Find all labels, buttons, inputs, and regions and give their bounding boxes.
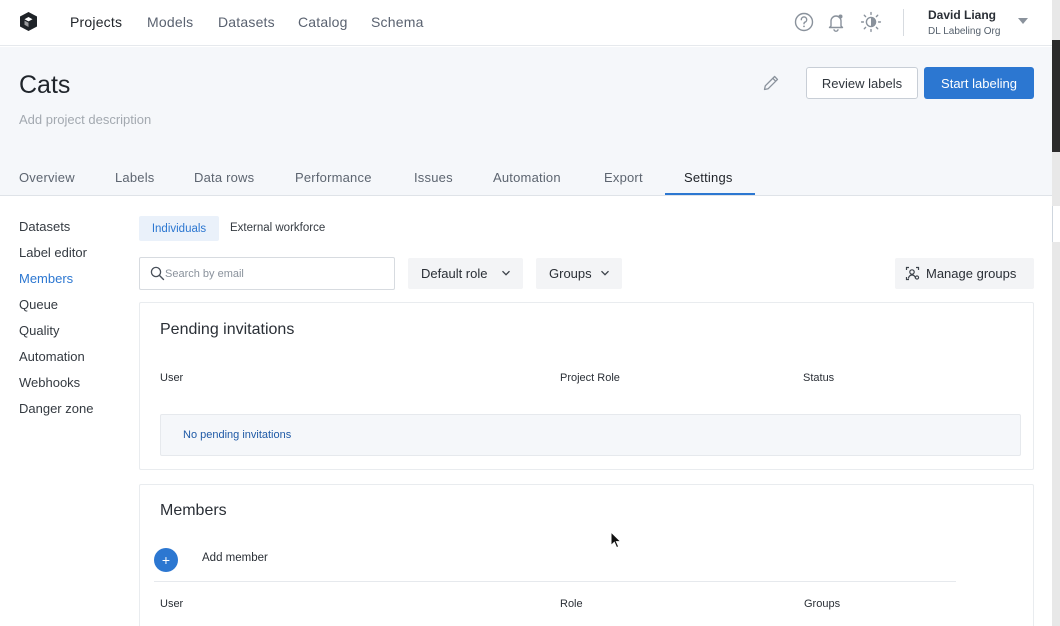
search-icon: [150, 266, 165, 281]
pending-invitations-card: Pending invitations User Project Role St…: [139, 302, 1034, 470]
manage-groups-button[interactable]: Manage groups: [895, 258, 1034, 289]
sidebar-item-datasets[interactable]: Datasets: [19, 219, 70, 234]
nav-schema[interactable]: Schema: [371, 14, 424, 30]
chevron-down-icon[interactable]: [1018, 18, 1028, 24]
background-window-panel: [1052, 40, 1060, 152]
start-labeling-button[interactable]: Start labeling: [924, 67, 1034, 99]
column-header-role: Role: [560, 598, 583, 610]
sidebar-item-automation[interactable]: Automation: [19, 349, 85, 364]
tab-data-rows[interactable]: Data rows: [194, 170, 254, 185]
sidebar-item-quality[interactable]: Quality: [19, 323, 59, 338]
user-name[interactable]: David Liang: [928, 8, 996, 22]
column-header-groups: Groups: [804, 598, 841, 610]
theme-toggle-icon[interactable]: [860, 11, 882, 33]
members-card: Members + Add member User Role Groups: [139, 484, 1034, 626]
default-role-dropdown[interactable]: Default role: [408, 258, 523, 289]
page-title: Cats: [19, 71, 71, 99]
tab-issues[interactable]: Issues: [414, 170, 453, 185]
top-nav: Projects Models Datasets Catalog Schema: [0, 0, 1052, 46]
user-org[interactable]: DL Labeling Org: [928, 26, 1000, 37]
chevron-down-icon: [601, 270, 609, 276]
pencil-icon[interactable]: [761, 73, 781, 93]
column-header-user: User: [160, 598, 184, 610]
manage-groups-icon: [905, 266, 920, 281]
labelbox-logo-icon[interactable]: [20, 12, 37, 31]
column-header-project-role: Project Role: [560, 372, 620, 384]
sidebar-item-danger-zone[interactable]: Danger zone: [19, 401, 93, 416]
nav-catalog[interactable]: Catalog: [298, 14, 348, 30]
column-header-status: Status: [803, 372, 835, 384]
project-description[interactable]: Add project description: [19, 112, 151, 127]
help-icon[interactable]: [793, 11, 815, 33]
tab-export[interactable]: Export: [604, 170, 643, 185]
tab-labels[interactable]: Labels: [115, 170, 155, 185]
app-window: Projects Models Datasets Catalog Schema: [0, 0, 1052, 626]
default-role-label: Default role: [421, 266, 488, 281]
add-member-button[interactable]: +: [154, 548, 178, 572]
sidebar-item-label-editor[interactable]: Label editor: [19, 245, 87, 260]
column-header-user: User: [160, 372, 184, 384]
subtab-individuals[interactable]: Individuals: [139, 216, 219, 241]
search-input[interactable]: [165, 264, 385, 284]
user-divider: [903, 9, 904, 36]
chevron-down-icon: [502, 270, 510, 276]
groups-label: Groups: [549, 266, 592, 281]
background-window-tab: [1052, 206, 1060, 242]
project-header: Cats Add project description Review labe…: [0, 47, 1052, 196]
empty-state-text: No pending invitations: [183, 429, 292, 441]
tab-settings[interactable]: Settings: [684, 170, 733, 185]
header-divider: [0, 195, 1052, 196]
groups-dropdown[interactable]: Groups: [536, 258, 622, 289]
nav-datasets[interactable]: Datasets: [218, 14, 275, 30]
empty-state-row: No pending invitations: [160, 414, 1021, 456]
mouse-cursor-icon: [610, 531, 622, 549]
search-field[interactable]: [139, 257, 395, 290]
tab-automation[interactable]: Automation: [493, 170, 561, 185]
review-labels-button[interactable]: Review labels: [806, 67, 918, 99]
subtab-external-workforce[interactable]: External workforce: [230, 222, 325, 234]
tab-performance[interactable]: Performance: [295, 170, 372, 185]
nav-projects[interactable]: Projects: [70, 14, 122, 30]
manage-groups-label: Manage groups: [926, 266, 1017, 281]
bell-icon[interactable]: [825, 11, 847, 33]
add-member-label[interactable]: Add member: [202, 552, 268, 564]
members-title: Members: [160, 502, 227, 519]
background-window-edge: [1052, 0, 1060, 626]
sidebar-item-webhooks[interactable]: Webhooks: [19, 375, 80, 390]
tab-overview[interactable]: Overview: [19, 170, 75, 185]
sidebar-item-members[interactable]: Members: [19, 271, 73, 286]
pending-invitations-title: Pending invitations: [160, 321, 295, 338]
members-divider: [154, 581, 956, 582]
nav-models[interactable]: Models: [147, 14, 193, 30]
sidebar-item-queue[interactable]: Queue: [19, 297, 58, 312]
